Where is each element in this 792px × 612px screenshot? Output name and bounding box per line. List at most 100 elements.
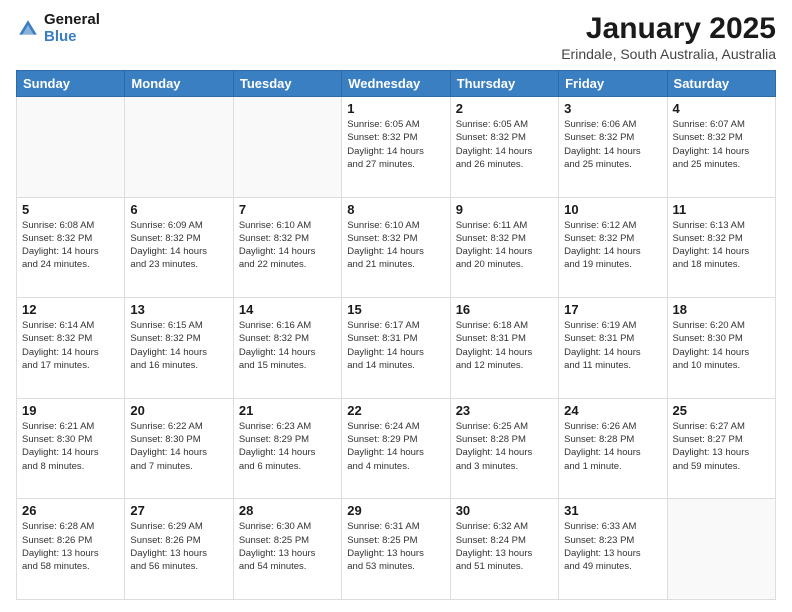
day-info: Sunrise: 6:33 AM Sunset: 8:23 PM Dayligh…: [564, 520, 661, 573]
day-number: 28: [239, 503, 336, 518]
day-info: Sunrise: 6:05 AM Sunset: 8:32 PM Dayligh…: [347, 118, 444, 171]
calendar-cell: 19Sunrise: 6:21 AM Sunset: 8:30 PM Dayli…: [17, 398, 125, 499]
day-number: 22: [347, 403, 444, 418]
day-number: 3: [564, 101, 661, 116]
day-info: Sunrise: 6:10 AM Sunset: 8:32 PM Dayligh…: [347, 219, 444, 272]
header-wednesday: Wednesday: [342, 71, 450, 97]
calendar-cell: [17, 97, 125, 198]
day-info: Sunrise: 6:11 AM Sunset: 8:32 PM Dayligh…: [456, 219, 553, 272]
calendar-cell: 22 Sunrise: 6:24 AM Sunset: 8:29 PM Dayli…: [342, 398, 450, 499]
day-info: Sunrise: 6:08 AM Sunset: 8:32 PM Dayligh…: [22, 219, 119, 272]
day-info: Sunrise: 6:30 AM Sunset: 8:25 PM Dayligh…: [239, 520, 336, 573]
logo: General Blue: [16, 12, 100, 45]
calendar-cell: 11 Sunrise: 6:13 AM Sunset: 8:32 PM Dayli…: [667, 197, 775, 298]
day-number: 12: [22, 302, 119, 317]
day-number: 31: [564, 503, 661, 518]
day-info: Sunrise: 6:05 AM Sunset: 8:32 PM Dayligh…: [456, 118, 553, 171]
day-info: Sunrise: 6:29 AM Sunset: 8:26 PM Dayligh…: [130, 520, 227, 573]
day-number: 10: [564, 202, 661, 217]
calendar-cell: 15 Sunrise: 6:17 AM Sunset: 8:31 PM Dayli…: [342, 298, 450, 399]
calendar-week-0: 1 Sunrise: 6:05 AM Sunset: 8:32 PM Daylig…: [17, 97, 776, 198]
calendar-header-row: Sunday Monday Tuesday Wednesday Thursday…: [17, 71, 776, 97]
day-info: Sunrise: 6:10 AM Sunset: 8:32 PM Dayligh…: [239, 219, 336, 272]
calendar-cell: 27 Sunrise: 6:29 AM Sunset: 8:26 PM Dayli…: [125, 499, 233, 600]
header-sunday: Sunday: [17, 71, 125, 97]
day-info: Sunrise: 6:12 AM Sunset: 8:32 PM Dayligh…: [564, 219, 661, 272]
calendar-cell: 30 Sunrise: 6:32 AM Sunset: 8:24 PM Dayli…: [450, 499, 558, 600]
day-info: Sunrise: 6:17 AM Sunset: 8:31 PM Dayligh…: [347, 319, 444, 372]
calendar-cell: 26 Sunrise: 6:28 AM Sunset: 8:26 PM Dayli…: [17, 499, 125, 600]
logo-icon: [16, 17, 40, 41]
day-info: Sunrise: 6:28 AM Sunset: 8:26 PM Dayligh…: [22, 520, 119, 573]
day-info: Sunrise: 6:14 AM Sunset: 8:32 PM Dayligh…: [22, 319, 119, 372]
day-info: Sunrise: 6:15 AM Sunset: 8:32 PM Dayligh…: [130, 319, 227, 372]
subtitle: Erindale, South Australia, Australia: [561, 46, 776, 62]
day-number: 18: [673, 302, 770, 317]
day-number: 15: [347, 302, 444, 317]
day-number: 13: [130, 302, 227, 317]
calendar-week-4: 26 Sunrise: 6:28 AM Sunset: 8:26 PM Dayli…: [17, 499, 776, 600]
day-number: 21: [239, 403, 336, 418]
calendar-week-2: 12 Sunrise: 6:14 AM Sunset: 8:32 PM Dayli…: [17, 298, 776, 399]
calendar-cell: 21Sunrise: 6:23 AM Sunset: 8:29 PM Dayli…: [233, 398, 341, 499]
day-info: Sunrise: 6:13 AM Sunset: 8:32 PM Dayligh…: [673, 219, 770, 272]
day-number: 11: [673, 202, 770, 217]
day-number: 23: [456, 403, 553, 418]
calendar-cell: [233, 97, 341, 198]
calendar-cell: 6 Sunrise: 6:09 AM Sunset: 8:32 PM Daylig…: [125, 197, 233, 298]
day-number: 17: [564, 302, 661, 317]
main-title: January 2025: [561, 12, 776, 46]
day-number: 20: [130, 403, 227, 418]
calendar-cell: 7 Sunrise: 6:10 AM Sunset: 8:32 PM Daylig…: [233, 197, 341, 298]
day-number: 29: [347, 503, 444, 518]
calendar-cell: 13 Sunrise: 6:15 AM Sunset: 8:32 PM Dayli…: [125, 298, 233, 399]
calendar-cell: 4 Sunrise: 6:07 AM Sunset: 8:32 PM Daylig…: [667, 97, 775, 198]
header-friday: Friday: [559, 71, 667, 97]
calendar-cell: 5 Sunrise: 6:08 AM Sunset: 8:32 PM Daylig…: [17, 197, 125, 298]
day-number: 7: [239, 202, 336, 217]
calendar-cell: [125, 97, 233, 198]
calendar-table: Sunday Monday Tuesday Wednesday Thursday…: [16, 70, 776, 600]
header-saturday: Saturday: [667, 71, 775, 97]
logo-text: General Blue: [44, 12, 100, 45]
page: General Blue January 2025 Erindale, Sout…: [0, 0, 792, 612]
day-info: Sunrise: 6:25 AM Sunset: 8:28 PM Dayligh…: [456, 420, 553, 473]
day-number: 30: [456, 503, 553, 518]
calendar-cell: 17Sunrise: 6:19 AM Sunset: 8:31 PM Dayli…: [559, 298, 667, 399]
day-number: 19: [22, 403, 119, 418]
day-number: 6: [130, 202, 227, 217]
calendar-week-1: 5 Sunrise: 6:08 AM Sunset: 8:32 PM Daylig…: [17, 197, 776, 298]
day-info: Sunrise: 6:31 AM Sunset: 8:25 PM Dayligh…: [347, 520, 444, 573]
calendar-cell: 9 Sunrise: 6:11 AM Sunset: 8:32 PM Daylig…: [450, 197, 558, 298]
day-number: 25: [673, 403, 770, 418]
day-info: Sunrise: 6:22 AM Sunset: 8:30 PM Dayligh…: [130, 420, 227, 473]
day-info: Sunrise: 6:24 AM Sunset: 8:29 PM Dayligh…: [347, 420, 444, 473]
day-info: Sunrise: 6:20 AM Sunset: 8:30 PM Dayligh…: [673, 319, 770, 372]
day-number: 4: [673, 101, 770, 116]
day-info: Sunrise: 6:07 AM Sunset: 8:32 PM Dayligh…: [673, 118, 770, 171]
calendar-cell: 8Sunrise: 6:10 AM Sunset: 8:32 PM Daylig…: [342, 197, 450, 298]
day-number: 5: [22, 202, 119, 217]
day-number: 2: [456, 101, 553, 116]
day-number: 9: [456, 202, 553, 217]
day-info: Sunrise: 6:26 AM Sunset: 8:28 PM Dayligh…: [564, 420, 661, 473]
header-tuesday: Tuesday: [233, 71, 341, 97]
header-monday: Monday: [125, 71, 233, 97]
day-info: Sunrise: 6:09 AM Sunset: 8:32 PM Dayligh…: [130, 219, 227, 272]
day-info: Sunrise: 6:32 AM Sunset: 8:24 PM Dayligh…: [456, 520, 553, 573]
day-number: 26: [22, 503, 119, 518]
calendar-cell: 31 Sunrise: 6:33 AM Sunset: 8:23 PM Dayli…: [559, 499, 667, 600]
day-number: 24: [564, 403, 661, 418]
day-number: 14: [239, 302, 336, 317]
calendar-cell: 3Sunrise: 6:06 AM Sunset: 8:32 PM Daylig…: [559, 97, 667, 198]
day-number: 1: [347, 101, 444, 116]
calendar-cell: [667, 499, 775, 600]
calendar-cell: 29 Sunrise: 6:31 AM Sunset: 8:25 PM Dayli…: [342, 499, 450, 600]
calendar-cell: 23 Sunrise: 6:25 AM Sunset: 8:28 PM Dayli…: [450, 398, 558, 499]
calendar-cell: 18 Sunrise: 6:20 AM Sunset: 8:30 PM Dayli…: [667, 298, 775, 399]
calendar-cell: 12 Sunrise: 6:14 AM Sunset: 8:32 PM Dayli…: [17, 298, 125, 399]
day-number: 16: [456, 302, 553, 317]
day-number: 27: [130, 503, 227, 518]
calendar-cell: 20 Sunrise: 6:22 AM Sunset: 8:30 PM Dayli…: [125, 398, 233, 499]
day-info: Sunrise: 6:27 AM Sunset: 8:27 PM Dayligh…: [673, 420, 770, 473]
